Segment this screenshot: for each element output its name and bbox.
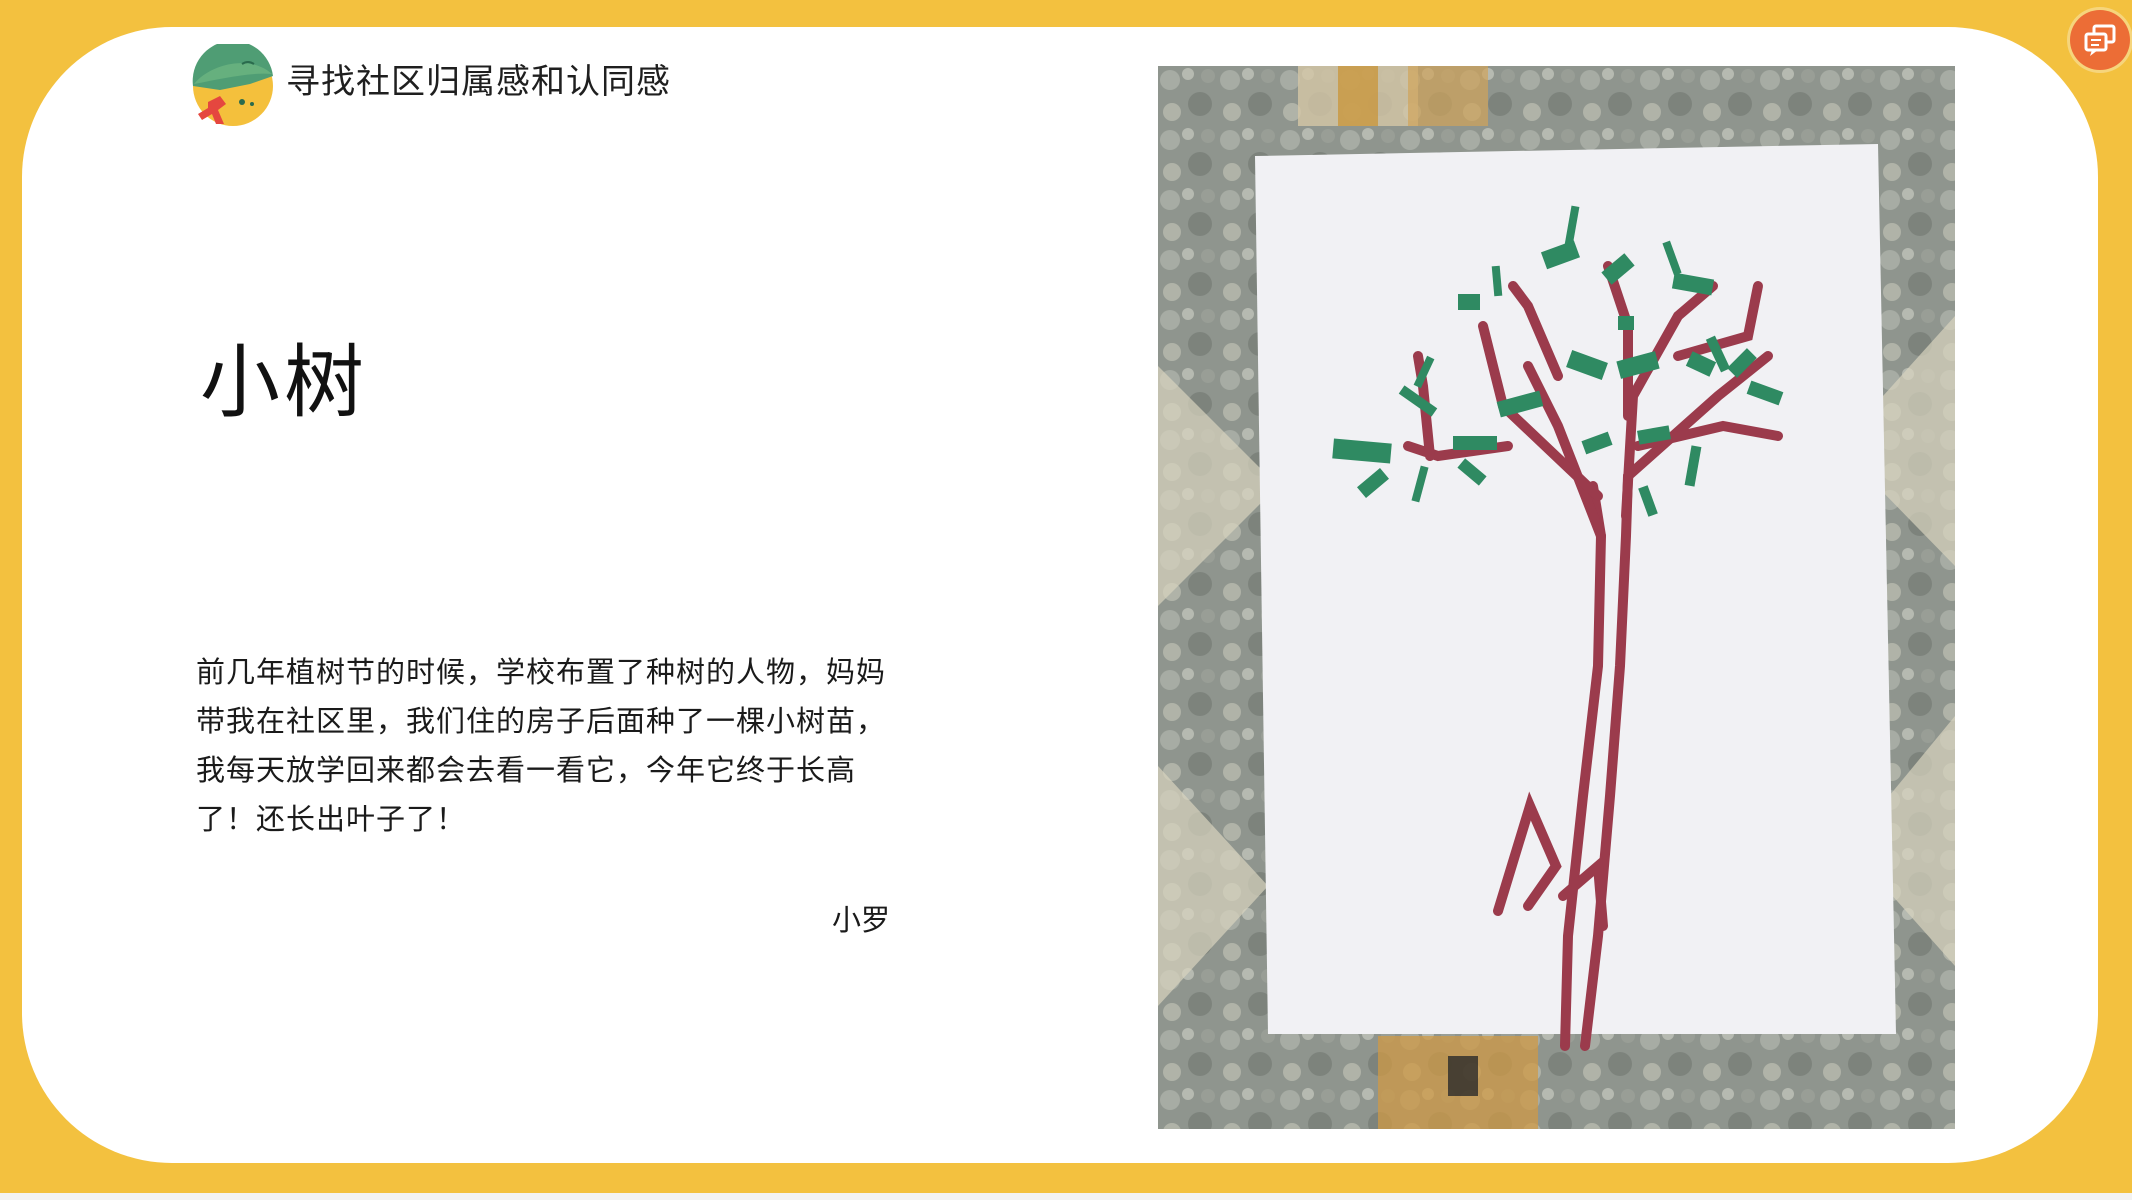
bottom-border	[0, 1193, 2132, 1200]
comment-button[interactable]	[2070, 10, 2130, 70]
header-title: 寻找社区归属感和认同感	[286, 62, 671, 102]
drawing-photo	[1158, 66, 1955, 1129]
tree-drawing-image	[1158, 66, 1955, 1129]
comment-chat-icon	[2084, 24, 2116, 56]
story-title: 小树	[200, 336, 368, 429]
community-logo-icon	[192, 44, 273, 126]
presentation-frame: 寻找社区归属感和认同感 小树 前几年植树节的时候，学校布置了种树的人物，妈妈带我…	[0, 0, 2132, 1200]
story-body: 前几年植树节的时候，学校布置了种树的人物，妈妈带我在社区里，我们住的房子后面种了…	[196, 655, 887, 836]
story-author: 小罗	[831, 903, 890, 937]
